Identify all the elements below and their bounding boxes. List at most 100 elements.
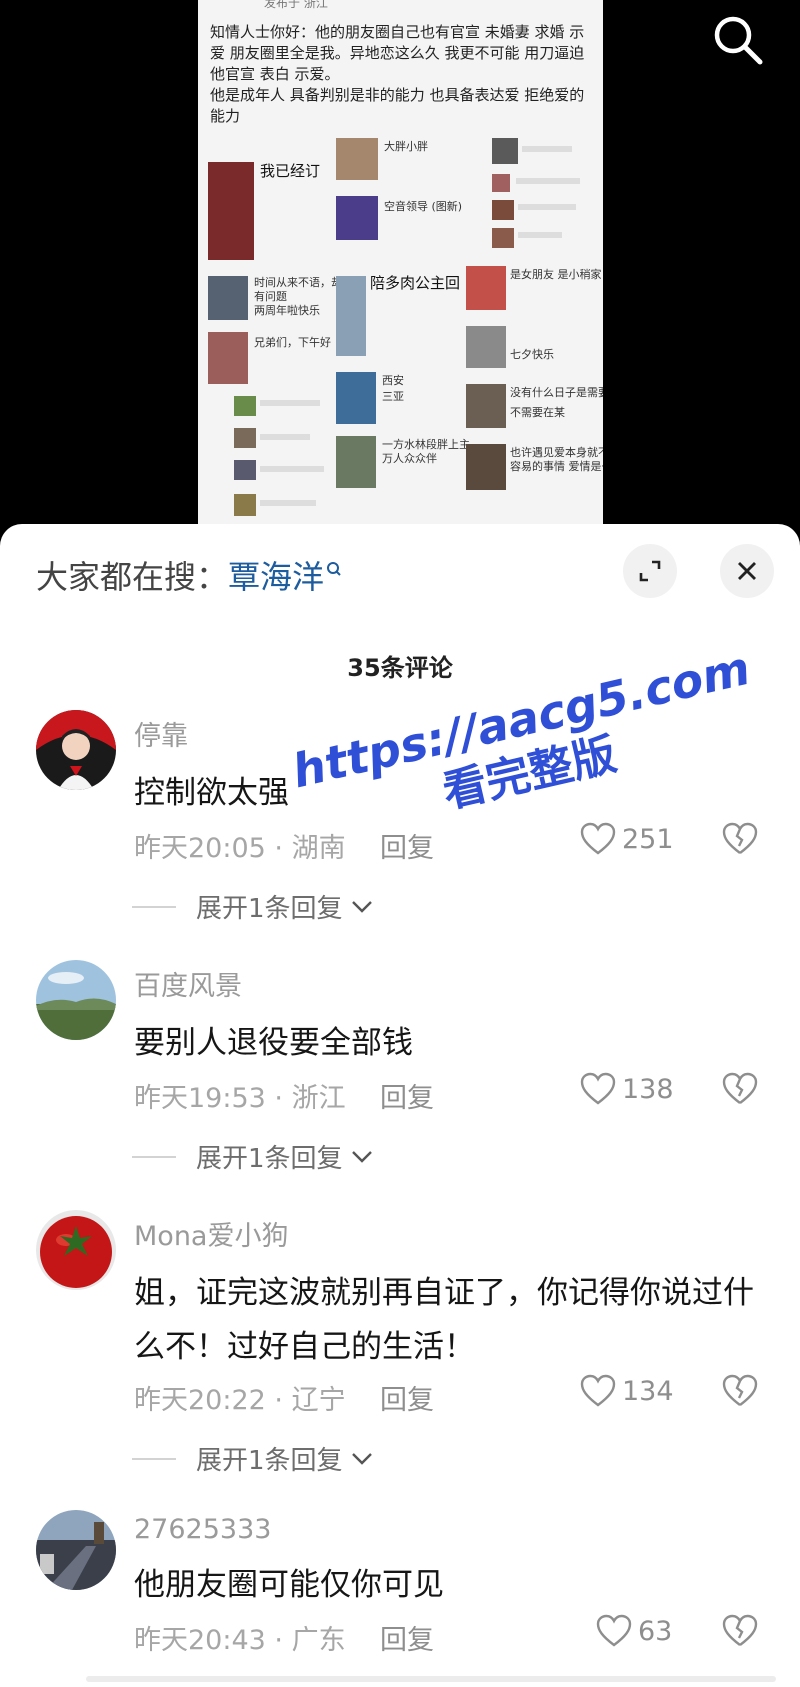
expand-replies[interactable]: 展开1条回复	[132, 1440, 373, 1477]
heart-icon	[580, 1374, 616, 1407]
comment-text: 姐，证完这波就别再自证了，你记得你说过什么不！过好自己的生活！	[134, 1275, 754, 1365]
avatar[interactable]	[36, 1210, 116, 1290]
comment-time: 昨天19:53	[134, 1083, 266, 1114]
avatar[interactable]	[36, 960, 116, 1040]
comment-time: 昨天20:05	[134, 833, 266, 864]
dislike-button[interactable]	[722, 1614, 758, 1652]
collage-caption: 也许遇见爱本身就不	[510, 446, 603, 459]
chevron-down-icon	[351, 1150, 372, 1163]
divider	[132, 905, 176, 908]
comment-username[interactable]: 27625333	[134, 1514, 271, 1545]
comment-meta: 昨天20:05 · 湖南	[134, 826, 346, 865]
post-location-caption: 发布于 浙江	[264, 0, 328, 10]
collage-caption: 时间从来不语，却	[254, 276, 342, 289]
comment-meta: 昨天20:43 · 广东	[134, 1618, 346, 1657]
photo-thumb	[234, 396, 256, 416]
hot-search-term[interactable]: 覃海洋	[228, 558, 324, 596]
comment-username[interactable]: 停靠	[134, 714, 188, 753]
expand-button[interactable]	[623, 544, 677, 598]
expand-replies-label: 展开1条回复	[196, 1446, 343, 1476]
hot-search-bar[interactable]: 大家都在搜：覃海洋	[36, 552, 342, 598]
broken-heart-icon	[722, 1072, 758, 1104]
text-line	[260, 400, 320, 406]
like-button[interactable]: 138	[580, 1072, 674, 1106]
expand-icon	[639, 560, 661, 582]
dislike-button[interactable]	[722, 1072, 758, 1110]
collage-column-left: 我已经订 时间从来不语，却 有问题 两周年啦快乐 兄弟们，下午好	[208, 138, 342, 530]
reply-button[interactable]: 回复	[380, 1378, 434, 1417]
dislike-button[interactable]	[722, 1374, 758, 1412]
expand-replies[interactable]: 展开1条回复	[132, 888, 373, 925]
like-count: 134	[622, 1375, 674, 1407]
photo-thumb	[336, 196, 378, 240]
expand-replies[interactable]: 展开1条回复	[132, 1138, 373, 1175]
reply-button[interactable]: 回复	[380, 1618, 434, 1657]
collage-column-middle: 大胖小胖 空音领导 (图新) 陪多肉公主回 西安 三亚 一方水林段胖上主 万人众…	[336, 138, 470, 530]
divider	[132, 1155, 176, 1158]
meta-separator: ·	[274, 833, 283, 864]
photo-thumb	[492, 200, 514, 220]
post-image[interactable]: 发布于 浙江 知情人士你好：他的朋友圈自己也有官宣 未婚妻 求婚 示爱 朋友圈里…	[198, 0, 603, 530]
like-button[interactable]: 251	[580, 822, 674, 856]
post-text: 知情人士你好：他的朋友圈自己也有官宣 未婚妻 求婚 示爱 朋友圈里全是我。异地恋…	[210, 23, 585, 125]
photo-collage: 我已经订 时间从来不语，却 有问题 两周年啦快乐 兄弟们，下午好 大胖小胖 空音…	[208, 138, 603, 530]
collage-caption: 是女朋友 是小稍家	[510, 268, 602, 281]
photo-thumb	[234, 494, 256, 516]
divider	[132, 1457, 176, 1460]
broken-heart-icon	[722, 822, 758, 854]
meta-separator: ·	[274, 1385, 283, 1416]
text-line	[522, 146, 572, 152]
photo-thumb	[208, 276, 248, 320]
collage-caption: 万人众众伴	[382, 452, 437, 465]
close-icon	[738, 562, 756, 580]
meta-separator: ·	[274, 1083, 283, 1114]
comment-text: 要别人退役要全部钱	[134, 1025, 413, 1061]
search-icon[interactable]	[712, 14, 764, 66]
bottom-input-bar[interactable]	[86, 1676, 776, 1682]
collage-caption: 我已经订	[260, 162, 321, 180]
comment-location: 辽宁	[291, 1385, 346, 1416]
avatar[interactable]	[36, 710, 116, 790]
photo-thumb	[466, 444, 506, 490]
post-area: 发布于 浙江 知情人士你好：他的朋友圈自己也有官宣 未婚妻 求婚 示爱 朋友圈里…	[0, 0, 800, 540]
text-line	[260, 466, 324, 472]
comment-username[interactable]: 百度风景	[134, 964, 242, 1003]
like-button[interactable]: 134	[580, 1374, 674, 1408]
reply-button[interactable]: 回复	[380, 1076, 434, 1115]
search-small-icon	[326, 552, 342, 576]
text-line	[518, 232, 562, 238]
comment-text: 他朋友圈可能仅你可见	[134, 1567, 444, 1603]
photo-thumb	[492, 138, 518, 164]
comment-item: 百度风景 要别人退役要全部钱 昨天19:53 · 浙江 回复 138 展开1条回…	[0, 960, 800, 1190]
broken-heart-icon	[722, 1374, 758, 1406]
collage-caption: 三亚	[382, 390, 404, 403]
comment-username[interactable]: Mona爱小狗	[134, 1214, 288, 1253]
close-button[interactable]	[720, 544, 774, 598]
broken-heart-icon	[722, 1614, 758, 1646]
like-count: 251	[622, 823, 674, 855]
dislike-button[interactable]	[722, 822, 758, 860]
photo-thumb	[466, 266, 506, 310]
heart-icon	[580, 822, 616, 855]
photo-thumb	[492, 174, 510, 192]
text-line	[260, 434, 310, 440]
collage-caption: 空音领导 (图新)	[384, 200, 463, 213]
avatar[interactable]	[36, 1510, 116, 1590]
comment-item: 停靠 控制欲太强 昨天20:05 · 湖南 回复 251 展开1条回复	[0, 710, 800, 940]
collage-caption: 兄弟们，下午好	[254, 336, 331, 349]
collage-caption: 一方水林段胖上主	[382, 438, 470, 451]
collage-caption: 有问题	[254, 290, 287, 303]
photo-thumb	[336, 276, 366, 356]
hot-search-label: 大家都在搜：	[36, 558, 229, 596]
comment-time: 昨天20:43	[134, 1625, 266, 1656]
text-line	[516, 178, 580, 184]
reply-button[interactable]: 回复	[380, 826, 434, 865]
heart-icon	[580, 1072, 616, 1105]
photo-thumb	[208, 332, 248, 384]
collage-caption: 没有什么日子是需要	[510, 386, 603, 399]
like-button[interactable]: 63	[596, 1614, 672, 1648]
collage-caption: 七夕快乐	[510, 348, 554, 361]
collage-caption: 陪多肉公主回	[370, 274, 461, 292]
photo-thumb	[466, 326, 506, 368]
photo-thumb	[234, 428, 256, 448]
